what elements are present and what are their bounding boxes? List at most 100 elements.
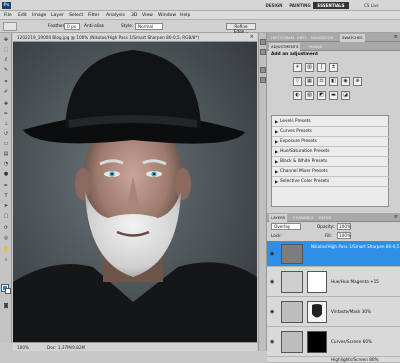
history-panel-icon[interactable] [260, 39, 266, 45]
menu-view[interactable]: View [142, 12, 153, 19]
menu-layer[interactable]: Layer [51, 12, 64, 19]
visibility-eye-icon[interactable]: ◉ [270, 251, 276, 257]
visibility-eye-icon[interactable]: ◉ [270, 309, 276, 315]
path-select-icon[interactable]: ➤ [2, 203, 10, 210]
paragraph-panel-icon[interactable] [260, 77, 266, 83]
blur-tool-icon[interactable]: ◔ [2, 161, 10, 168]
tab-navigator[interactable]: NAVIGATOR [309, 34, 335, 42]
menu-window[interactable]: Window [158, 12, 176, 19]
document-tab[interactable]: 1202219_19004 Blog.jpg @ 100% (Nikolas/H… [13, 33, 257, 42]
layer-name[interactable]: Highlights/Screen 80% [331, 357, 379, 363]
vibrance-icon[interactable]: ▽ [293, 77, 302, 86]
cs-live-button[interactable]: CS Live [364, 2, 379, 9]
layer-mask-thumbnail[interactable] [307, 331, 327, 353]
tab-layers[interactable]: LAYERS [269, 214, 288, 222]
feather-input[interactable]: 0 px [64, 23, 80, 30]
hand-tool-icon[interactable]: ✋ [2, 247, 10, 254]
refine-edge-button[interactable]: Refine Edge... [226, 23, 256, 34]
menu-edit[interactable]: Edit [18, 12, 27, 19]
layer-name[interactable]: Hue/Hue Magenta +15 [331, 279, 379, 285]
layers-menu-icon[interactable]: ≡ [394, 213, 398, 221]
eraser-tool-icon[interactable]: ▭ [2, 141, 10, 148]
menu-help[interactable]: Help [180, 12, 190, 19]
tab-adjustments[interactable]: ADJUSTMENTS [269, 43, 301, 51]
brightness-contrast-icon[interactable]: ☀ [293, 63, 302, 72]
opacity-input[interactable]: 100% [337, 223, 351, 230]
quick-select-icon[interactable]: ✎ [2, 67, 10, 74]
tab-swatches[interactable]: SWATCHES [340, 34, 365, 42]
workspace-painting[interactable]: PAINTING [287, 2, 313, 9]
layer-row[interactable]: ◉ Nikolas/High Pass 1/Smart Sharpen 80-0… [267, 241, 400, 267]
crop-tool-icon[interactable]: ⌗ [2, 79, 10, 86]
document-canvas[interactable] [13, 42, 257, 342]
actions-panel-icon[interactable] [260, 49, 266, 55]
workspace-design[interactable]: DESIGN [262, 2, 286, 9]
3d-orbit-icon[interactable]: ◎ [2, 235, 10, 242]
tab-channels[interactable]: CHANNELS [291, 214, 316, 222]
healing-brush-icon[interactable]: ✚ [2, 101, 10, 108]
color-balance-icon[interactable]: ⚖ [317, 77, 326, 86]
gradient-tool-icon[interactable]: ▤ [2, 151, 10, 158]
zoom-tool-icon[interactable]: ⌕ [2, 257, 10, 264]
visibility-eye-icon[interactable]: ◉ [270, 339, 276, 345]
marquee-tool-preset-icon[interactable] [3, 22, 17, 31]
tab-paths[interactable]: PATHS [317, 214, 333, 222]
layer-mask-thumbnail[interactable] [307, 271, 327, 293]
background-color-swatch[interactable] [5, 288, 11, 294]
eyedropper-icon[interactable]: ✐ [2, 89, 10, 96]
levels-icon[interactable]: ▥ [305, 63, 314, 72]
workspace-essentials[interactable]: ESSENTIALS [313, 2, 349, 9]
layer-row[interactable]: Highlights/Screen 80% [267, 357, 400, 363]
layer-row[interactable]: ◉ Curves/Screen 60% [267, 327, 400, 357]
tab-masks[interactable]: MASKS [307, 43, 324, 51]
marquee-tool-icon[interactable]: ⬚ [2, 47, 10, 54]
menu-file[interactable]: File [4, 12, 12, 19]
menu-select[interactable]: Select [69, 12, 83, 19]
black-white-icon[interactable]: ◧ [329, 77, 338, 86]
zoom-level[interactable]: 100% [17, 344, 29, 351]
exposure-icon[interactable]: ± [329, 63, 338, 72]
3d-rotate-icon[interactable]: ⟳ [2, 225, 10, 232]
selective-color-icon[interactable]: ◪ [341, 91, 350, 100]
clone-stamp-icon[interactable]: ⊥ [2, 121, 10, 128]
fill-input[interactable]: 100% [337, 232, 351, 239]
layer-row[interactable]: ◉ Vintaste/Mask 30% [267, 297, 400, 327]
antialias-label[interactable]: Anti-alias [84, 23, 104, 30]
preset-channel-mixer[interactable]: ▶ Channel Mixer Presets [272, 167, 389, 177]
menu-filter[interactable]: Filter [88, 12, 99, 19]
blend-mode-select[interactable]: Overlay [271, 223, 301, 230]
style-select[interactable]: Normal [135, 23, 163, 30]
preset-black-white[interactable]: ▶ Black & White Presets [272, 157, 389, 167]
layer-mask-thumbnail[interactable] [307, 301, 327, 323]
menu-analysis[interactable]: Analysis [106, 12, 125, 19]
visibility-eye-icon[interactable]: ◉ [270, 279, 276, 285]
menu-image[interactable]: Image [32, 12, 46, 19]
history-brush-icon[interactable]: ↺ [2, 131, 10, 138]
move-tool-icon[interactable]: ✥ [2, 37, 10, 44]
photo-filter-icon[interactable]: ◉ [341, 77, 350, 86]
hue-saturation-icon[interactable]: ▦ [305, 77, 314, 86]
layer-name[interactable]: Nikolas/High Pass 1/Smart Sharpen 80-0,5 [311, 244, 399, 250]
layer-name[interactable]: Vintaste/Mask 30% [331, 309, 371, 315]
layer-name[interactable]: Curves/Screen 60% [331, 339, 372, 345]
preset-curves[interactable]: ▶ Curves Presets [272, 127, 389, 137]
layer-row[interactable]: ◉ Hue/Hue Magenta +15 [267, 267, 400, 297]
preset-exposure[interactable]: ▶ Exposure Presets [272, 137, 389, 147]
tab-info[interactable]: INFO [295, 34, 308, 42]
menu-3d[interactable]: 3D [131, 12, 137, 19]
posterize-icon[interactable]: ▧ [305, 91, 314, 100]
preset-selective-color[interactable]: ▶ Selective Color Presets [272, 177, 389, 187]
channel-mixer-icon[interactable]: ⊕ [353, 77, 362, 86]
quick-mask-icon[interactable]: ◙ [2, 303, 10, 310]
character-panel-icon[interactable] [260, 67, 266, 73]
curves-icon[interactable]: ∫ [317, 63, 326, 72]
type-tool-icon[interactable]: T [2, 193, 10, 200]
brush-tool-icon[interactable]: ✏ [2, 111, 10, 118]
threshold-icon[interactable]: ◩ [317, 91, 326, 100]
pen-tool-icon[interactable]: ✒ [2, 183, 10, 190]
gradient-map-icon[interactable]: ▬ [329, 91, 338, 100]
panel-menu-icon[interactable]: ≡ [394, 33, 398, 41]
document-close-icon[interactable]: × [250, 34, 254, 41]
preset-hue-saturation[interactable]: ▶ Hue/Saturation Presets [272, 147, 389, 157]
tab-histogram[interactable]: HISTOGRAM [269, 34, 296, 42]
